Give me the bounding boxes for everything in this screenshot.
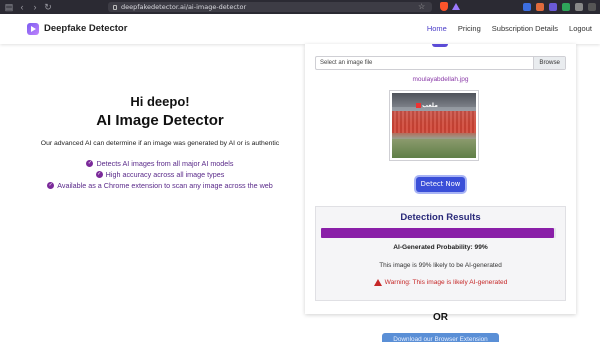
feature-text: Available as a Chrome extension to scan …: [57, 181, 273, 190]
or-divider: OR: [433, 312, 448, 323]
window-controls: ▤ ‹ › ↻: [4, 0, 53, 14]
nav-home[interactable]: Home: [427, 24, 447, 33]
greeting: Hi deepo!: [130, 94, 190, 109]
feature-text: Detects AI images from all major AI mode…: [96, 159, 234, 168]
brand-name[interactable]: Deepfake Detector: [44, 23, 127, 34]
feature-item: ✓ Detects AI images from all major AI mo…: [0, 158, 320, 169]
file-input-placeholder: Select an image file: [320, 60, 373, 66]
image-file-input[interactable]: Select an image file Browse: [315, 56, 566, 70]
browse-button[interactable]: Browse: [533, 57, 565, 69]
probability-bar: [321, 228, 556, 238]
warning-message: Warning: This image is likely AI-generat…: [315, 279, 566, 286]
panel-tab-indicator: [432, 44, 448, 47]
image-preview: ملعب: [389, 90, 479, 161]
stadium-image: ملعب: [392, 93, 476, 158]
detect-now-button[interactable]: Detect Now: [416, 177, 465, 192]
extension-icon[interactable]: [523, 3, 531, 11]
forward-icon[interactable]: ›: [30, 0, 40, 14]
browser-toolbar: ▤ ‹ › ↻ deepfakedetector.ai/ai-image-det…: [0, 0, 600, 14]
page-title: AI Image Detector: [96, 112, 224, 129]
brave-shield-icon[interactable]: [440, 2, 448, 11]
check-circle-icon: ✓: [86, 160, 94, 167]
nav-pricing[interactable]: Pricing: [458, 24, 481, 33]
extension-icon[interactable]: [549, 3, 557, 11]
extension-icon[interactable]: [536, 3, 544, 11]
download-extension-button[interactable]: Download our Browser Extension: [382, 333, 499, 342]
sidebar-toggle-icon[interactable]: ▤: [4, 0, 14, 14]
warning-triangle-icon: [373, 279, 382, 286]
feature-list: ✓ Detects AI images from all major AI mo…: [0, 158, 320, 191]
feature-item: ✓ High accuracy across all image types: [0, 169, 320, 180]
probability-bar-fill: [321, 228, 554, 238]
hero-description: Our advanced AI can determine if an imag…: [40, 140, 280, 147]
results-title: Detection Results: [400, 212, 481, 223]
feature-text: High accuracy across all image types: [105, 170, 225, 179]
warning-text: Warning: This image is likely AI-generat…: [384, 279, 508, 286]
probability-label: AI-Generated Probability: 99%: [393, 244, 488, 251]
likelihood-text: This image is 99% likely to be AI-genera…: [379, 262, 502, 269]
nav-logout[interactable]: Logout: [569, 24, 592, 33]
extensions-area: [523, 1, 596, 13]
logo-icon[interactable]: [27, 23, 39, 35]
feature-item: ✓ Available as a Chrome extension to sca…: [0, 180, 320, 191]
check-circle-icon: ✓: [47, 182, 55, 189]
bookmark-star-icon[interactable]: ☆: [418, 1, 425, 13]
menu-icon[interactable]: [588, 3, 596, 11]
selected-filename: moulayabdellah.jpg: [412, 76, 469, 83]
back-icon[interactable]: ‹: [17, 0, 27, 14]
rewards-icon[interactable]: [452, 3, 460, 10]
main-nav: Home Pricing Subscription Details Logout: [427, 24, 592, 33]
check-circle-icon: ✓: [95, 171, 103, 178]
url-text: deepfakedetector.ai/ai-image-detector: [121, 3, 247, 11]
reload-icon[interactable]: ↻: [43, 0, 53, 14]
address-bar[interactable]: deepfakedetector.ai/ai-image-detector: [108, 2, 432, 12]
lock-icon: [113, 4, 117, 10]
extension-icon[interactable]: [562, 3, 570, 11]
nav-subscription-details[interactable]: Subscription Details: [492, 24, 558, 33]
extension-icon[interactable]: [575, 3, 583, 11]
